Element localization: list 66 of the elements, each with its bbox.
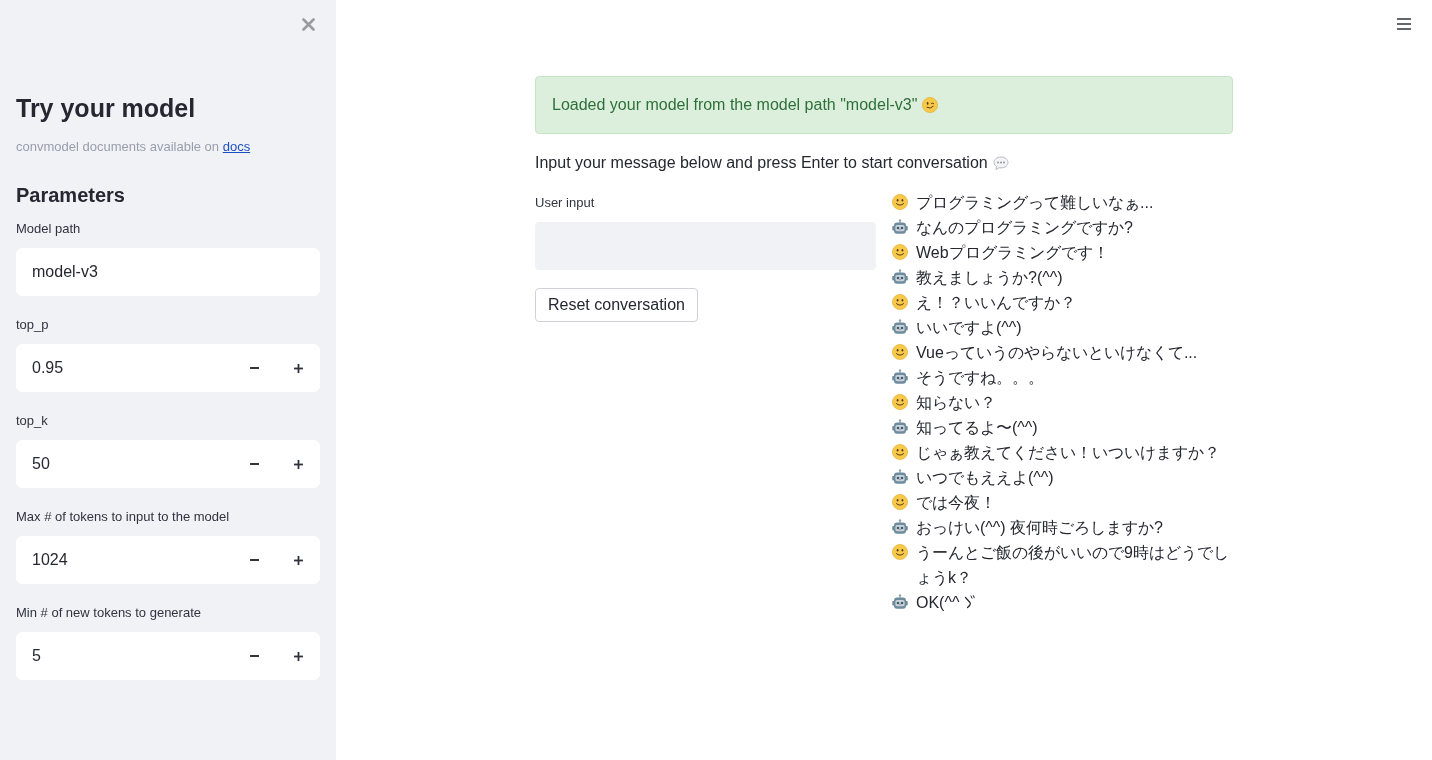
smiley-face-icon [892, 444, 908, 460]
reset-button[interactable]: Reset conversation [535, 288, 698, 322]
close-icon[interactable] [302, 17, 315, 31]
chat-message: うーんとご飯の後がいいので9時はどうでしょうk？ [916, 543, 1230, 588]
chat-message: いつでもええよ(^^) [916, 468, 1054, 488]
section-heading: Parameters [16, 183, 126, 207]
smiley-face-icon [892, 394, 908, 410]
number-input-field[interactable]: 0.95 [16, 344, 232, 392]
field-label: top_p [16, 316, 49, 334]
minus-icon [249, 367, 259, 369]
chat-message: いいですよ(^^) [916, 318, 1022, 338]
plus-icon [293, 555, 303, 565]
robot-face-icon [892, 419, 908, 435]
minus-icon [249, 559, 259, 561]
chat-message: そうですね。。。 [916, 368, 1044, 388]
minus-icon [249, 463, 259, 465]
chat-message: なんのプログラミングですか? [916, 218, 1133, 238]
smiley-face-icon [892, 194, 908, 210]
robot-face-icon [892, 269, 908, 285]
alert-message: Loaded your model from the model path "model-v3" [552, 96, 918, 113]
field-label: Max # of tokens to input to the model [16, 508, 230, 526]
chat-message: Webプログラミングです！ [916, 243, 1109, 263]
instruction-text: Input your message below and press Enter to start conversation [535, 154, 988, 171]
number-input-field[interactable]: 50 [16, 440, 232, 488]
plus-icon [293, 651, 303, 661]
plus-icon [293, 459, 303, 469]
caption-text: convmodel documents available on docs [16, 138, 252, 156]
field-label: top_k [16, 412, 48, 430]
robot-face-icon [892, 519, 908, 535]
menu-icon[interactable] [1397, 18, 1411, 30]
field-label: User input [535, 194, 595, 212]
increment-button[interactable] [276, 440, 320, 488]
smiley-face-icon [892, 544, 908, 560]
chat-message: 知らない？ [916, 393, 996, 413]
robot-face-icon [892, 469, 908, 485]
smiley-face-icon [892, 344, 908, 360]
robot-face-icon [892, 319, 908, 335]
chat-message: 教えましょうか?(^^) [916, 268, 1063, 288]
chat-message: Vueっていうのやらないといけなくて... [916, 343, 1198, 363]
chat-message: プログラミングって難しいなぁ... [916, 193, 1154, 213]
sidebar-title: Try your model [16, 94, 197, 123]
increment-button[interactable] [276, 536, 320, 584]
text-input-field[interactable]: model-v3 [16, 248, 320, 296]
smiley-face-icon [892, 244, 908, 260]
robot-face-icon [892, 369, 908, 385]
speech-bubble-icon [992, 155, 1009, 171]
smiley-face-icon [892, 294, 908, 310]
chat-message: え！？いいんですか？ [916, 293, 1076, 313]
minus-icon [249, 655, 259, 657]
robot-face-icon [892, 219, 908, 235]
smiley-face-icon [892, 494, 908, 510]
winking-face-icon [922, 97, 939, 113]
increment-button[interactable] [276, 632, 320, 680]
chat-message: では今夜！ [916, 493, 996, 513]
number-input-field[interactable]: 5 [16, 632, 232, 680]
docs-link[interactable]: docs [222, 139, 251, 154]
chat-message: おっけい(^^) 夜何時ごろしますか? [916, 518, 1163, 538]
number-input-field[interactable]: 1024 [16, 536, 232, 584]
chat-message: じゃぁ教えてください！いついけますか？ [916, 443, 1220, 463]
robot-face-icon [892, 594, 908, 610]
chat-message: OK(^^ [916, 593, 960, 613]
increment-button[interactable] [276, 344, 320, 392]
plus-icon [293, 363, 303, 373]
field-label: Model path [16, 220, 81, 238]
field-label: Min # of new tokens to generate [16, 604, 201, 622]
chat-message: 知ってるよ〜(^^) [916, 418, 1038, 438]
